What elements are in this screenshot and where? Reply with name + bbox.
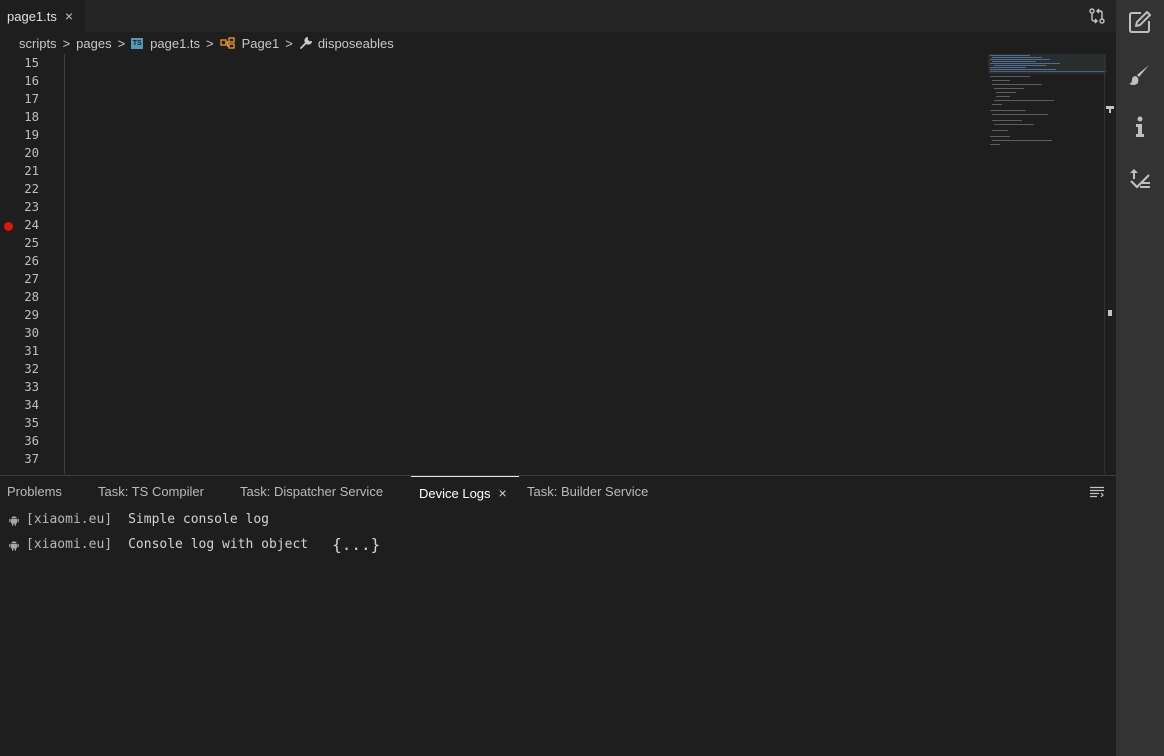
scrollbar-marker bbox=[1108, 310, 1112, 316]
breadcrumb-item-pages[interactable]: pages > bbox=[76, 36, 131, 51]
info-icon[interactable] bbox=[1128, 115, 1152, 139]
tab-ts-compiler[interactable]: Task: TS Compiler bbox=[98, 476, 204, 508]
tab-label: page1.ts bbox=[7, 8, 57, 24]
breadcrumb: scripts > pages > TS page1.ts > Page1 > … bbox=[0, 32, 1116, 54]
tab-device-logs[interactable]: Device Logs × bbox=[411, 476, 519, 508]
breadcrumb-item-page1-ts[interactable]: TS page1.ts > bbox=[131, 36, 219, 51]
log-message: Console log with object bbox=[128, 537, 309, 552]
tab-builder-service[interactable]: Task: Builder Service bbox=[527, 476, 648, 508]
line-number: 26 bbox=[24, 254, 39, 268]
line-number: 22 bbox=[24, 182, 39, 196]
line-number: 18 bbox=[24, 110, 39, 124]
edit-icon[interactable] bbox=[1128, 10, 1152, 34]
chevron-right-icon: > bbox=[62, 35, 71, 51]
wrench-icon bbox=[299, 36, 312, 49]
line-number: 30 bbox=[24, 326, 39, 340]
line-number: 16 bbox=[24, 74, 39, 88]
log-entry: [xiaomi.eu] Simple console log bbox=[8, 510, 269, 530]
line-number: 21 bbox=[24, 164, 39, 178]
panel-tabs: Problems Task: TS Compiler Task: Dispatc… bbox=[0, 476, 1116, 508]
chevron-right-icon: > bbox=[206, 35, 214, 51]
minimap[interactable] bbox=[988, 54, 1106, 154]
line-number: 25 bbox=[24, 236, 39, 250]
line-number: 23 bbox=[24, 200, 39, 214]
line-number: 31 bbox=[24, 344, 39, 358]
line-number: 33 bbox=[24, 380, 39, 394]
line-number: 17 bbox=[24, 92, 39, 106]
breadcrumb-label: disposeables bbox=[317, 35, 394, 51]
breadcrumb-label: scripts bbox=[19, 35, 57, 51]
line-number: 34 bbox=[24, 398, 39, 412]
indent-guide bbox=[64, 54, 65, 474]
line-number: 35 bbox=[24, 416, 39, 430]
line-number: 19 bbox=[24, 128, 39, 142]
editor-tab-bar: page1.ts × bbox=[0, 0, 1116, 32]
bottom-panel: Problems Task: TS Compiler Task: Dispatc… bbox=[0, 475, 1116, 756]
chevron-right-icon: > bbox=[117, 35, 126, 51]
tab-problems[interactable]: Problems bbox=[7, 476, 62, 508]
breadcrumb-label: page1.ts bbox=[150, 35, 201, 51]
breadcrumb-item-scripts[interactable]: scripts > bbox=[19, 36, 76, 51]
line-number: 37 bbox=[24, 452, 39, 466]
brush-icon[interactable] bbox=[1128, 63, 1152, 87]
git-compare-icon[interactable] bbox=[1088, 7, 1106, 25]
activity-bar bbox=[1116, 0, 1164, 756]
log-source: [xiaomi.eu] bbox=[26, 537, 113, 552]
line-number: 28 bbox=[24, 290, 39, 304]
line-number: 36 bbox=[24, 434, 39, 448]
chevron-right-icon: > bbox=[285, 35, 293, 51]
log-source: [xiaomi.eu] bbox=[26, 512, 113, 527]
android-icon bbox=[9, 516, 19, 526]
clear-output-icon[interactable] bbox=[1089, 486, 1105, 498]
breadcrumb-label: pages bbox=[76, 35, 112, 51]
line-number: 27 bbox=[24, 272, 39, 286]
line-number: 29 bbox=[24, 308, 39, 322]
log-object-expander[interactable]: {...} bbox=[332, 535, 380, 555]
publish-icon[interactable] bbox=[1128, 167, 1152, 191]
tab-label: Device Logs bbox=[419, 486, 491, 501]
line-number: 32 bbox=[24, 362, 39, 376]
line-number: 20 bbox=[24, 146, 39, 160]
log-message: Simple console log bbox=[128, 512, 269, 527]
android-icon bbox=[9, 541, 19, 551]
close-icon[interactable]: × bbox=[499, 485, 507, 501]
code-editor[interactable]: 15 16 17 18 19 20 21 22 23 24 25 26 27 2… bbox=[0, 54, 1116, 474]
vertical-scrollbar[interactable] bbox=[1104, 54, 1116, 474]
line-number: 15 bbox=[24, 56, 39, 70]
typescript-file-icon: TS bbox=[131, 37, 144, 49]
breadcrumb-label: Page1 bbox=[241, 35, 280, 51]
log-entry: [xiaomi.eu] Console log with object {...… bbox=[8, 535, 380, 555]
breadcrumb-item-disposeables[interactable]: disposeables bbox=[299, 36, 394, 51]
tab-page1-ts[interactable]: page1.ts × bbox=[0, 0, 85, 32]
tab-dispatcher-service[interactable]: Task: Dispatcher Service bbox=[240, 476, 383, 508]
line-number: 24 bbox=[24, 218, 39, 232]
class-icon bbox=[219, 37, 235, 49]
breadcrumb-item-page1-class[interactable]: Page1 > bbox=[219, 35, 299, 51]
tab-close-icon[interactable]: × bbox=[65, 8, 73, 24]
scrollbar-marker bbox=[1109, 109, 1111, 113]
